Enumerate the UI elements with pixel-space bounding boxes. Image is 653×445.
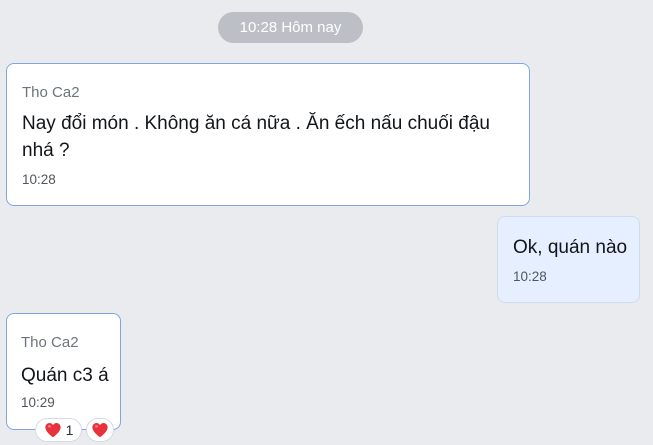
reaction-summary[interactable]: 1 — [35, 418, 82, 442]
sender-name: Tho Ca2 — [21, 334, 79, 351]
outgoing-message-bubble[interactable]: Ok, quán nào 10:28 — [497, 216, 640, 303]
message-text: Nay đổi món . Không ăn cá nữa . Ăn ếch n… — [22, 113, 490, 161]
incoming-message-bubble[interactable]: Tho Ca2 Quán c3 á 10:29 — [6, 313, 121, 430]
message-text: Quán c3 á — [21, 365, 109, 386]
date-separator-pill: 10:28 Hôm nay — [218, 12, 363, 43]
heart-icon — [44, 422, 62, 438]
sender-name: Tho Ca2 — [22, 84, 80, 101]
message-time: 10:28 — [513, 269, 547, 284]
message-time: 10:28 — [22, 172, 56, 187]
message-text: Ok, quán nào — [513, 237, 628, 258]
incoming-message-bubble[interactable]: Tho Ca2 Nay đổi món . Không ăn cá nữa . … — [6, 63, 530, 206]
add-reaction-button[interactable] — [86, 418, 114, 442]
reaction-count: 1 — [65, 422, 74, 438]
heart-icon — [91, 422, 109, 438]
message-time: 10:29 — [21, 395, 55, 410]
chat-message-area: 10:28 Hôm nay Tho Ca2 Nay đổi món . Khôn… — [0, 0, 653, 445]
